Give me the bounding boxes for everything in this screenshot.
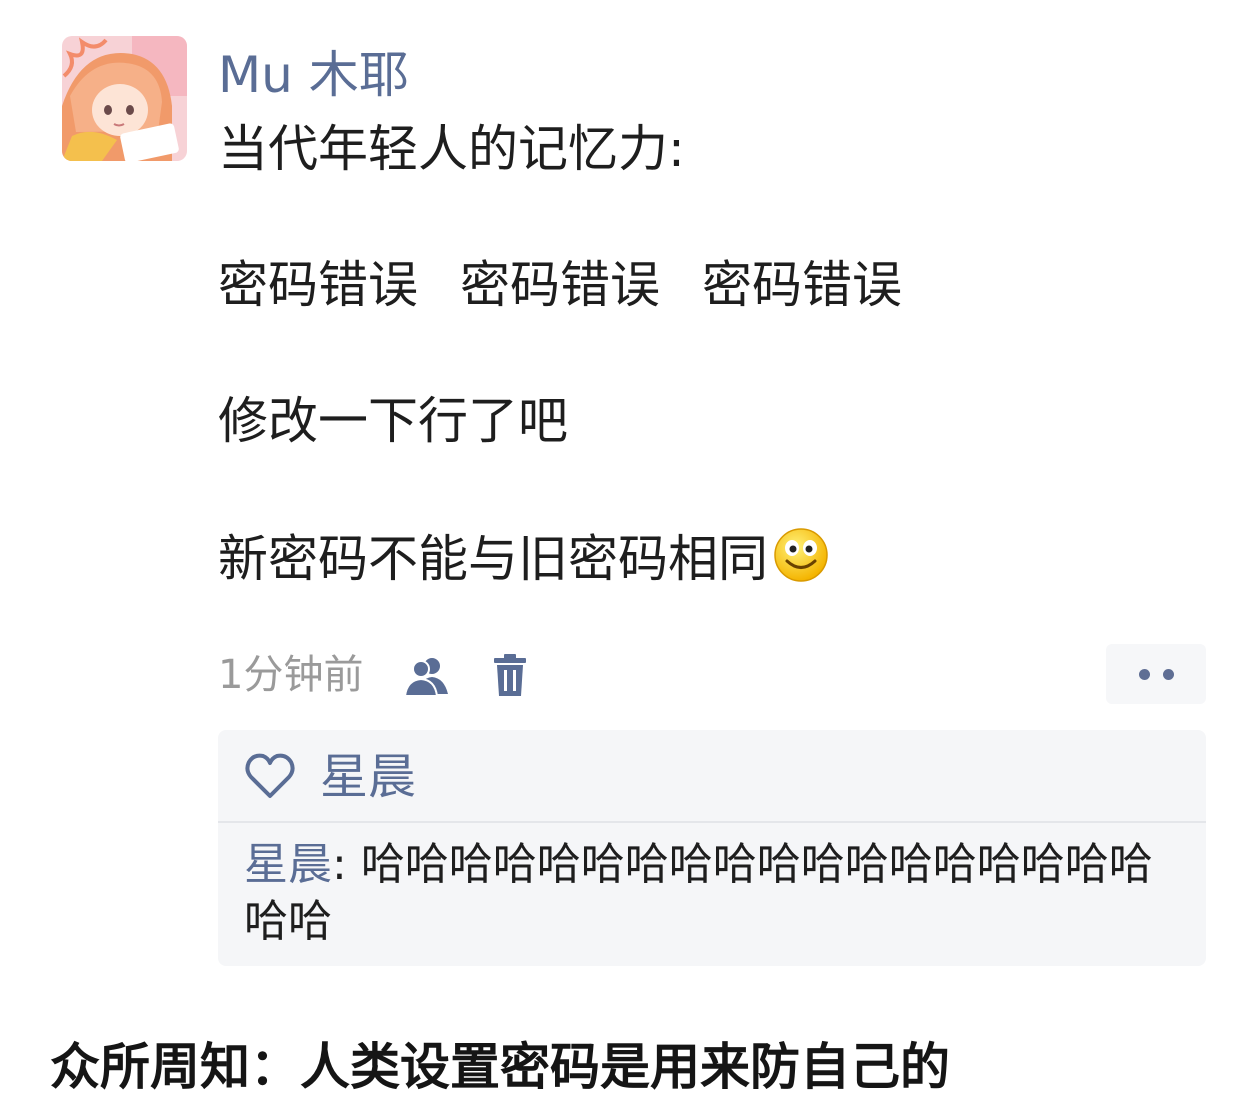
post-line: 修改一下行了吧 bbox=[218, 392, 568, 450]
divider bbox=[218, 821, 1206, 823]
post-line-passwords: 密码错误 密码错误 密码错误 bbox=[218, 254, 902, 316]
post-phrase: 密码错误 bbox=[460, 256, 660, 314]
more-dot bbox=[1163, 669, 1174, 680]
heart-outline-icon bbox=[244, 752, 296, 800]
more-dots-button[interactable] bbox=[1106, 644, 1206, 704]
likes-row: 星晨 bbox=[218, 730, 1206, 820]
post-phrase: 密码错误 bbox=[218, 256, 418, 314]
visibility-people-icon[interactable] bbox=[402, 650, 454, 702]
post-line: 当代年轻人的记忆力: bbox=[218, 120, 685, 178]
comment-author-link[interactable]: 星晨 bbox=[244, 839, 332, 890]
comment-separator: : bbox=[332, 839, 361, 890]
smile-emoji-icon bbox=[772, 526, 830, 584]
trash-icon[interactable] bbox=[484, 650, 536, 702]
post-line-with-emoji: 新密码不能与旧密码相同 bbox=[218, 526, 830, 590]
avatar-image bbox=[62, 36, 187, 161]
more-dot bbox=[1139, 669, 1150, 680]
post-phrase: 密码错误 bbox=[702, 256, 902, 314]
comment-item[interactable]: 星晨: 哈哈哈哈哈哈哈哈哈哈哈哈哈哈哈哈哈哈哈哈 bbox=[244, 836, 1194, 950]
image-caption: 众所周知：人类设置密码是用来防自己的 bbox=[50, 1038, 950, 1096]
avatar[interactable] bbox=[62, 36, 187, 161]
post-phrase: 新密码不能与旧密码相同 bbox=[218, 530, 768, 588]
post-timestamp: 1分钟前 bbox=[218, 652, 364, 698]
likes-comments-panel: 星晨 星晨: 哈哈哈哈哈哈哈哈哈哈哈哈哈哈哈哈哈哈哈哈 bbox=[218, 730, 1206, 966]
username-link[interactable]: Mu 木耶 bbox=[218, 44, 409, 106]
like-user-link[interactable]: 星晨 bbox=[320, 746, 416, 808]
moments-post: Mu 木耶 当代年轻人的记忆力: 密码错误 密码错误 密码错误 修改一下行了吧 新密… bbox=[0, 0, 1242, 1108]
comment-text: 哈哈哈哈哈哈哈哈哈哈哈哈哈哈哈哈哈哈哈哈 bbox=[244, 839, 1153, 947]
